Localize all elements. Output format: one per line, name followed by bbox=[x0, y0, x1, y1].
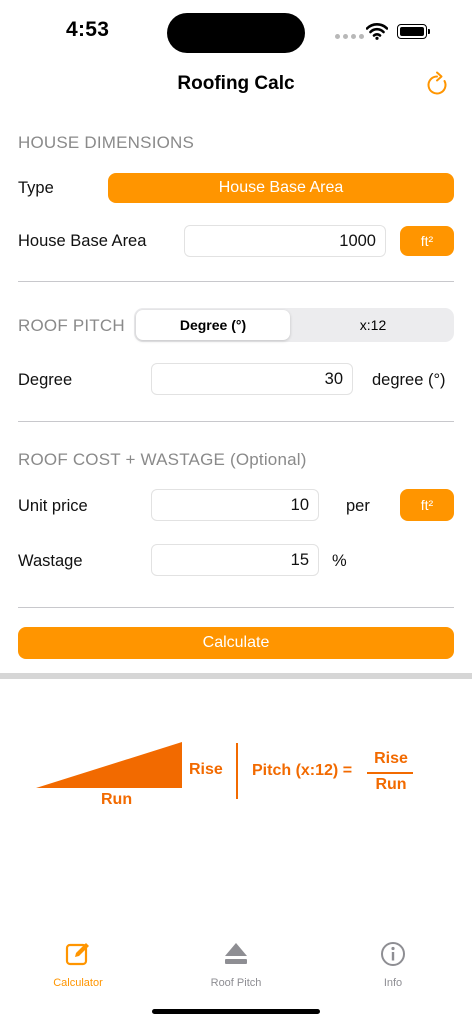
area-unit-button[interactable]: ft² bbox=[400, 226, 454, 256]
segment-x12[interactable]: x:12 bbox=[294, 310, 452, 340]
page-title: Roofing Calc bbox=[177, 73, 295, 94]
eject-icon bbox=[225, 943, 247, 964]
section-header-roof-cost: ROOF COST + WASTAGE (Optional) bbox=[18, 450, 307, 469]
tab-roof-pitch[interactable]: Roof Pitch bbox=[176, 940, 296, 989]
dynamic-island bbox=[167, 13, 305, 53]
tab-label: Roof Pitch bbox=[210, 977, 262, 989]
run-label: Run bbox=[101, 791, 133, 808]
house-base-area-input[interactable]: 1000 bbox=[184, 225, 386, 257]
formula-numerator: Rise bbox=[374, 750, 408, 767]
per-label: per bbox=[346, 497, 370, 515]
info-circle-icon bbox=[381, 942, 405, 966]
divider bbox=[18, 607, 454, 608]
type-label: Type bbox=[18, 179, 54, 197]
segment-degree[interactable]: Degree (°) bbox=[136, 310, 290, 340]
tab-label: Calculator bbox=[53, 977, 103, 989]
house-base-area-label: House Base Area bbox=[18, 232, 147, 250]
pitch-mode-segmented-control: Degree (°) x:12 bbox=[134, 308, 454, 342]
wastage-unit-label: % bbox=[332, 552, 347, 570]
tab-calculator[interactable]: Calculator bbox=[18, 940, 138, 989]
degree-label: Degree bbox=[18, 371, 73, 389]
arrow-clockwise-icon[interactable] bbox=[424, 70, 450, 98]
degree-unit-label: degree (°) bbox=[372, 371, 446, 389]
wastage-input[interactable]: 15 bbox=[151, 544, 319, 576]
tab-label: Info bbox=[383, 977, 403, 989]
formula-denominator: Run bbox=[375, 776, 407, 793]
home-indicator bbox=[152, 1009, 320, 1014]
type-selector-button[interactable]: House Base Area bbox=[108, 173, 454, 203]
status-time: 4:53 bbox=[66, 18, 110, 41]
diagram-divider bbox=[236, 743, 238, 799]
degree-input[interactable]: 30 bbox=[151, 363, 353, 395]
unit-price-label: Unit price bbox=[18, 497, 88, 515]
divider bbox=[18, 421, 454, 422]
rise-label: Rise bbox=[189, 761, 223, 778]
roof-triangle-diagram bbox=[36, 742, 182, 788]
divider bbox=[18, 281, 454, 282]
cellular-signal-icon bbox=[335, 34, 364, 39]
price-unit-button[interactable]: ft² bbox=[400, 489, 454, 521]
unit-price-input[interactable]: 10 bbox=[151, 489, 319, 521]
battery-icon bbox=[397, 24, 430, 39]
section-header-house-dimensions: HOUSE DIMENSIONS bbox=[18, 133, 195, 152]
wastage-label: Wastage bbox=[18, 552, 83, 570]
square-pencil-icon bbox=[65, 943, 89, 966]
section-header-roof-pitch: ROOF PITCH bbox=[18, 316, 125, 335]
separator-band bbox=[0, 673, 472, 679]
fraction-bar bbox=[367, 772, 413, 774]
wifi-icon bbox=[366, 23, 388, 40]
calculate-button[interactable]: Calculate bbox=[18, 627, 454, 659]
tab-info[interactable]: Info bbox=[333, 940, 453, 989]
pitch-formula-label: Pitch (x:12) = bbox=[252, 762, 353, 779]
